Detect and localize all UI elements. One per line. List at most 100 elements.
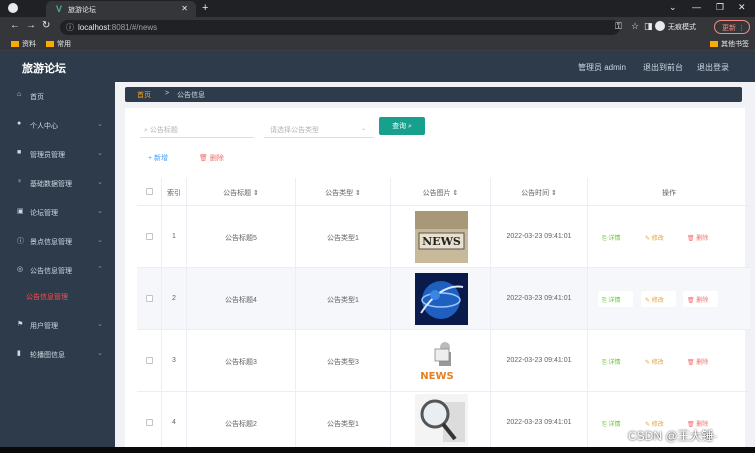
header-cell[interactable]: 公告标题 ⇕ — [187, 178, 296, 205]
forum-icon: ▣ — [17, 208, 24, 215]
star-icon[interactable]: ☆ — [631, 21, 639, 32]
sidebar-item-profile[interactable]: ● 个人中心 ⌄ — [0, 111, 115, 139]
csdn-watermark: CSDN @王大锤· — [628, 429, 718, 443]
logout-link[interactable]: 退出登录 — [697, 62, 729, 73]
new-tab-icon[interactable]: + — [202, 2, 208, 14]
news-reader-thumbnail-image: NEWS — [415, 335, 468, 387]
delete-button[interactable]: 🗑 删除 — [687, 233, 708, 242]
edit-button[interactable]: ✎ 修改 — [645, 233, 664, 242]
sidebar-item-label: 管理员管理 — [30, 152, 65, 159]
delete-button[interactable]: 🗑 删除 — [687, 357, 708, 366]
sidebar-item-announcements[interactable]: ◎ 公告信息管理 ⌃ — [0, 256, 115, 284]
incognito-icon — [655, 21, 665, 31]
table-row: 3 公告标题3 公告类型3 NEWS 2022-03-23 09:41:01 ⎘… — [137, 330, 750, 392]
tab-search-icon[interactable]: ⌄ — [669, 2, 677, 13]
browser-tab[interactable]: V 旅游论坛 ✕ — [46, 1, 196, 17]
minimize-icon[interactable]: — — [692, 2, 701, 12]
detail-button[interactable]: ⎘ 详情 — [602, 357, 620, 367]
sidebar-item-basic-data[interactable]: ♀ 基础数据管理 ⌄ — [0, 169, 115, 197]
tab-close-icon[interactable]: ✕ — [181, 4, 188, 13]
detail-button[interactable]: ⎘ 详情 — [602, 295, 620, 305]
forward-icon[interactable]: → — [26, 20, 36, 31]
sidebar-item-carousel[interactable]: ▮ 轮播图信息 ⌄ — [0, 340, 115, 368]
side-panel-icon[interactable]: ◨ — [644, 21, 653, 32]
detail-button[interactable]: ⎘ 详情 — [602, 419, 620, 429]
app-header: 旅游论坛 管理员 admin 退出到前台 退出登录 — [0, 51, 755, 82]
bookmark-folder[interactable]: 资料 — [11, 39, 36, 49]
sidebar-subitem-announcement-management[interactable]: 公告信息管理 — [0, 282, 115, 310]
type-select[interactable]: 请选择公告类型 ⌄ — [264, 121, 374, 138]
row-checkbox[interactable] — [146, 295, 153, 302]
title-search-input[interactable]: ⌕ 公告标题 — [140, 121, 254, 138]
back-icon[interactable]: ← — [10, 20, 20, 31]
edit-button[interactable]: ✎ 修改 — [645, 295, 664, 304]
header-cell[interactable]: 公告类型 ⇕ — [296, 178, 391, 205]
breadcrumb-home[interactable]: 首页 — [137, 90, 151, 100]
header-cell: 索引 — [162, 178, 187, 205]
folder-icon — [46, 41, 54, 47]
address-bar[interactable]: ⓘ localhost:8081/#/news — [60, 20, 620, 35]
update-button[interactable]: 更新 ⋮ — [714, 20, 750, 34]
header-cell[interactable]: 公告时间 ⇕ — [491, 178, 588, 205]
time-cell: 2022-03-23 09:41:01 — [491, 392, 588, 447]
actions-cell: ⎘ 详情 ✎ 修改 🗑 删除 — [588, 330, 750, 391]
home-icon: ⌂ — [17, 91, 22, 98]
close-window-icon[interactable]: ✕ — [738, 2, 746, 13]
sidebar-item-scenic[interactable]: ⓘ 景点信息管理 ⌄ — [0, 227, 115, 255]
delete-button[interactable]: 🗑 删除 — [687, 295, 708, 304]
sidebar-item-label: 轮播图信息 — [30, 352, 65, 359]
checkbox-cell — [137, 268, 162, 329]
key-icon[interactable]: ⚿ — [615, 21, 622, 32]
exit-to-front-link[interactable]: 退出到前台 — [643, 62, 683, 73]
actions-cell: ⎘ 详情 ✎ 修改 🗑 删除 — [588, 206, 750, 267]
row-checkbox[interactable] — [146, 357, 153, 364]
row-checkbox[interactable] — [146, 419, 153, 426]
other-bookmarks[interactable]: 其他书签 — [710, 39, 749, 49]
chrome-menu-icon[interactable] — [8, 3, 18, 13]
image-cell: NEWS — [391, 330, 491, 391]
sidebar-item-home[interactable]: ⌂ 首页 — [0, 82, 115, 110]
title-cell: 公告标题4 — [187, 268, 296, 329]
site-info-icon[interactable]: ⓘ — [66, 22, 74, 33]
sidebar-item-forum[interactable]: ▣ 论坛管理 ⌄ — [0, 198, 115, 226]
checkbox-cell — [137, 330, 162, 391]
header-cell[interactable]: 公告图片 ⇕ — [391, 178, 491, 205]
select-all-checkbox[interactable] — [146, 188, 153, 195]
os-taskbar — [0, 447, 755, 453]
chevron-down-icon: ⌄ — [97, 121, 103, 128]
table-row: 1 公告标题5 公告类型1 NEWS 2022-03-23 09:41:01 ⎘… — [137, 206, 750, 268]
breadcrumb: 首页 > 公告信息 — [125, 87, 742, 102]
table-header-row: 索引 公告标题 ⇕ 公告类型 ⇕ 公告图片 ⇕ 公告时间 ⇕ 操作 — [137, 178, 750, 206]
reload-icon[interactable]: ↻ — [42, 20, 50, 31]
bookmark-folder[interactable]: 常用 — [46, 39, 71, 49]
svg-text:NEWS: NEWS — [422, 235, 461, 248]
batch-delete-button[interactable]: 🗑 删除 — [199, 153, 224, 163]
chevron-down-icon: ⌄ — [97, 208, 103, 215]
add-button[interactable]: + 新增 — [148, 153, 168, 163]
title-cell: 公告标题5 — [187, 206, 296, 267]
header-cell: 操作 — [662, 190, 676, 197]
sidebar-item-label: 公告信息管理 — [26, 294, 68, 301]
edit-button[interactable]: ✎ 修改 — [645, 357, 664, 366]
restore-icon[interactable]: ❐ — [716, 2, 724, 13]
sidebar-item-users[interactable]: ⚑ 用户管理 ⌄ — [0, 311, 115, 339]
sidebar-item-admins[interactable]: ■ 管理员管理 ⌄ — [0, 140, 115, 168]
type-cell: 公告类型3 — [296, 330, 391, 391]
search-icon: ⌕ — [408, 123, 412, 130]
image-cell: NEWS — [391, 206, 491, 267]
incognito-label: 无痕模式 — [668, 24, 696, 31]
time-cell: 2022-03-23 09:41:01 — [491, 330, 588, 391]
announce-icon: ◎ — [17, 266, 24, 273]
vue-favicon-icon: V — [56, 4, 63, 14]
admin-label: 管理员 admin — [578, 63, 627, 72]
type-cell: 公告类型1 — [296, 268, 391, 329]
tab-title: 旅游论坛 — [68, 7, 96, 14]
app-title: 旅游论坛 — [22, 63, 66, 75]
query-button[interactable]: 查询 ⌕ — [379, 117, 425, 135]
app-root: 旅游论坛 管理员 admin 退出到前台 退出登录 ⌂ 首页 ● 个人中心 ⌄ … — [0, 51, 755, 447]
detail-button[interactable]: ⎘ 详情 — [602, 233, 620, 243]
table-row: 2 公告标题4 公告类型1 2022-03-23 09:41:01 ⎘ 详情 ✎… — [137, 268, 750, 330]
row-checkbox[interactable] — [146, 233, 153, 240]
sidebar: ⌂ 首页 ● 个人中心 ⌄ ■ 管理员管理 ⌄ ♀ 基础数据管理 ⌄ ▣ 论坛管… — [0, 82, 115, 447]
globe-thumbnail-image — [415, 273, 468, 325]
